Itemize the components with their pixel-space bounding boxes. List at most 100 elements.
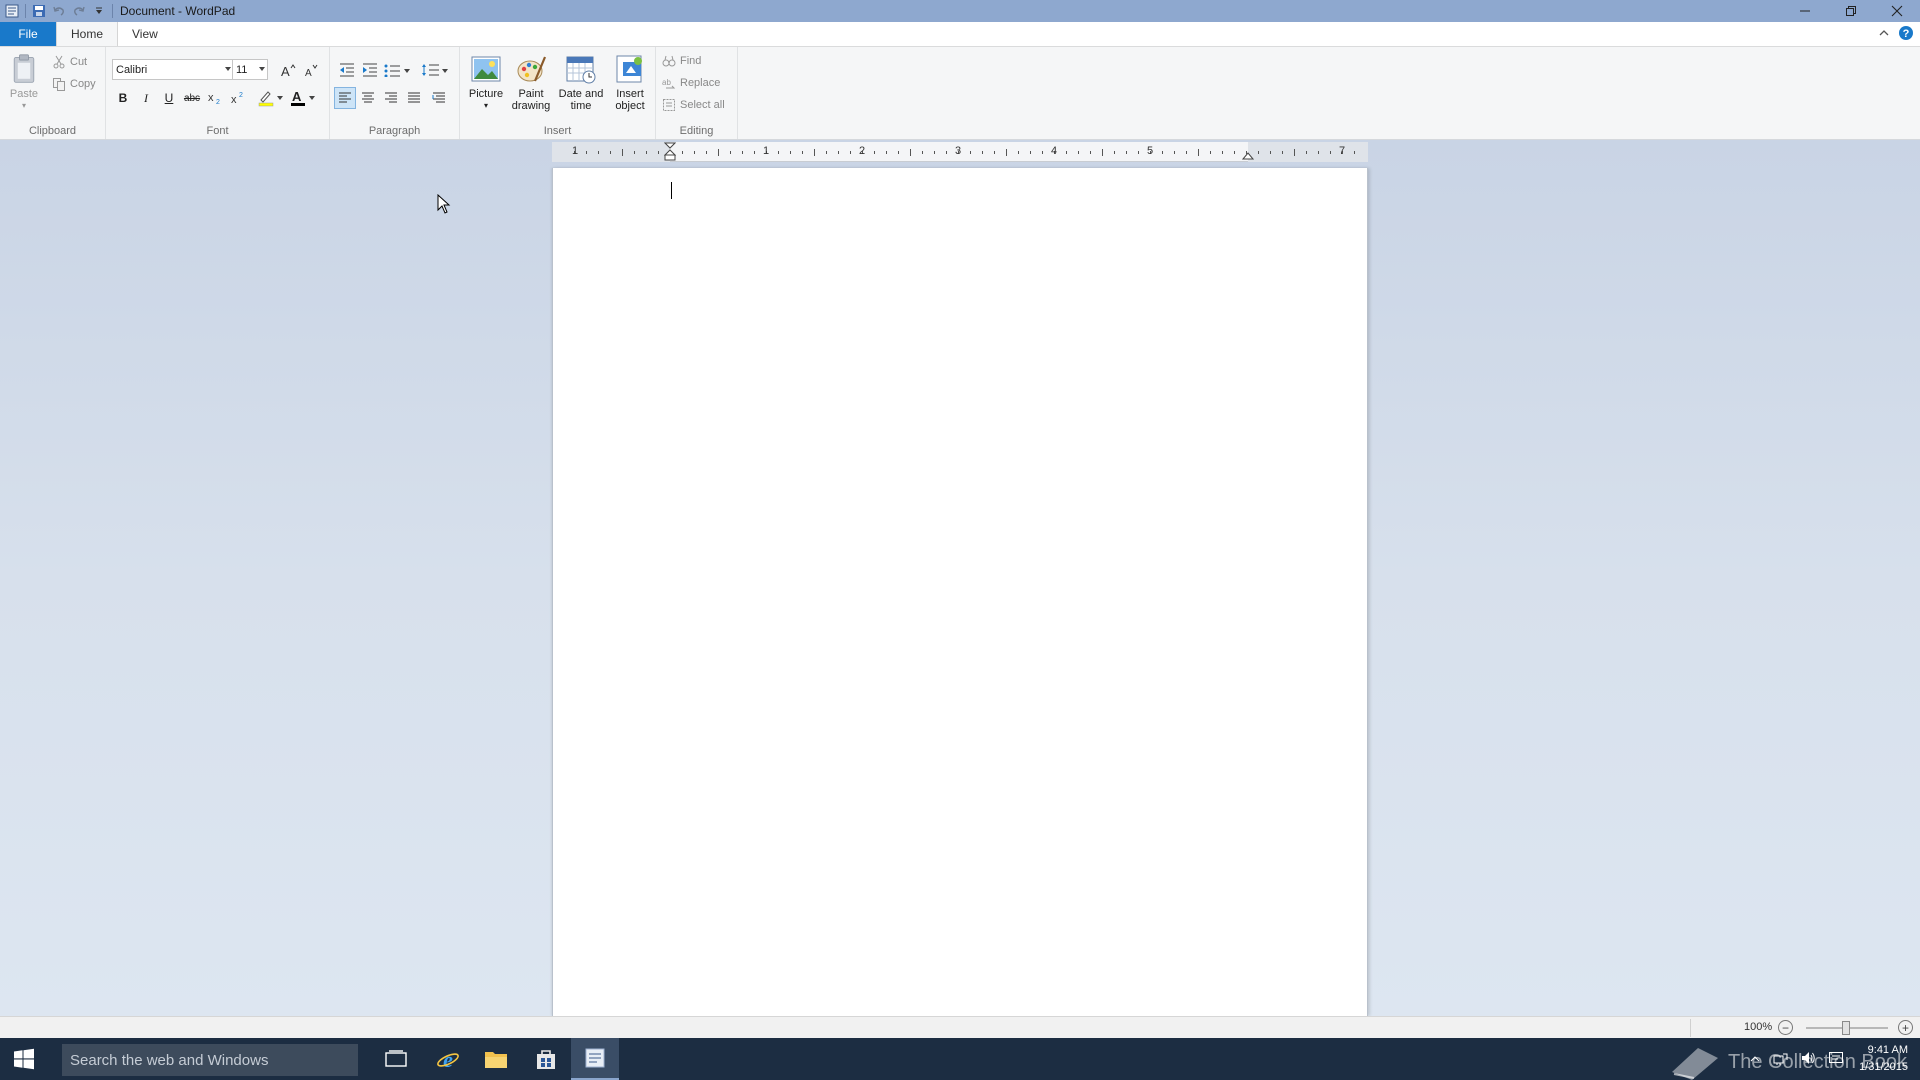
italic-button[interactable]: I [135, 87, 157, 109]
ruler[interactable]: 1 1 2 3 4 5 7 [552, 142, 1368, 162]
ruler-tick [694, 150, 695, 154]
wordpad-taskbar-button[interactable] [571, 1038, 619, 1080]
zoom-out-icon[interactable]: − [1778, 1020, 1793, 1035]
subscript-button[interactable]: x2 [204, 87, 226, 109]
copy-button[interactable]: Copy [52, 77, 96, 91]
save-icon[interactable] [29, 1, 49, 21]
underline-button[interactable]: U [158, 87, 180, 109]
ruler-tick [898, 150, 899, 154]
tab-home[interactable]: Home [56, 22, 119, 46]
store-button[interactable] [522, 1038, 570, 1080]
picture-dropdown-icon[interactable]: ▾ [484, 100, 488, 112]
svg-text:x: x [208, 92, 214, 104]
tab-view[interactable]: View [118, 22, 172, 46]
align-right-button[interactable] [380, 87, 402, 109]
customize-qat-icon[interactable] [89, 1, 109, 21]
chevron-down-icon[interactable] [259, 67, 265, 71]
bold-button[interactable]: B [112, 87, 134, 109]
align-center-button[interactable] [357, 87, 379, 109]
ruler-tick [622, 148, 623, 156]
network-icon[interactable] [1772, 1050, 1788, 1069]
ruler-tick [1018, 150, 1019, 154]
paragraph-settings-button[interactable] [428, 87, 450, 109]
insert-object-label-1: Insert [616, 88, 644, 100]
shrink-font-button[interactable]: A [300, 59, 322, 81]
ruler-tick [1222, 150, 1223, 154]
ruler-tick [802, 150, 803, 154]
insert-object-button[interactable]: Insert object [608, 53, 652, 112]
strikethrough-button[interactable]: abc [181, 87, 203, 109]
line-spacing-button[interactable] [420, 59, 450, 81]
font-family-select[interactable]: Calibri [112, 59, 234, 80]
ruler-number: 4 [1050, 145, 1058, 157]
indent-marker-icon[interactable] [664, 142, 676, 162]
align-left-button[interactable] [334, 87, 356, 109]
help-icon[interactable]: ? [1898, 25, 1914, 44]
internet-explorer-button[interactable]: e [424, 1038, 472, 1080]
taskbar-search-box[interactable]: Search the web and Windows [62, 1044, 358, 1076]
font-size-select[interactable]: 11 [232, 59, 268, 80]
restore-button[interactable] [1828, 0, 1874, 22]
increase-indent-button[interactable] [359, 59, 381, 81]
zoom-slider-thumb[interactable] [1842, 1021, 1850, 1035]
justify-button[interactable] [403, 87, 425, 109]
tab-file[interactable]: File [0, 22, 56, 46]
action-center-icon[interactable] [1828, 1050, 1844, 1069]
wordpad-app-icon[interactable] [2, 1, 22, 21]
editing-group-label: Editing [679, 125, 714, 137]
minimize-ribbon-icon[interactable] [1878, 27, 1890, 42]
align-center-icon [362, 92, 374, 103]
status-bar: 100% − + [0, 1016, 1920, 1038]
ruler-tick [946, 150, 947, 154]
date-time-label-2: time [570, 100, 592, 112]
paste-button[interactable]: Paste ▾ [8, 53, 40, 112]
close-button[interactable] [1874, 0, 1920, 22]
bullets-button[interactable] [383, 59, 413, 81]
redo-icon[interactable] [69, 1, 89, 21]
cut-button[interactable]: Cut [52, 55, 87, 69]
grow-font-button[interactable]: A [277, 59, 299, 81]
replace-button[interactable]: ab Replace [662, 76, 720, 90]
zoom-level[interactable]: 100% [1744, 1021, 1772, 1033]
document-page[interactable] [552, 168, 1368, 1016]
paint-drawing-label-1: Paint [518, 88, 544, 100]
decrease-indent-button[interactable] [336, 59, 358, 81]
highlight-color-button[interactable] [256, 87, 286, 109]
chevron-down-icon[interactable] [225, 67, 231, 71]
picture-button[interactable]: Picture ▾ [466, 53, 506, 112]
ruler-tick [1294, 148, 1295, 156]
svg-text:A: A [281, 64, 290, 77]
ruler-tick [982, 150, 983, 154]
minimize-button[interactable] [1782, 0, 1828, 22]
ruler-number: 1 [762, 145, 770, 157]
increase-indent-icon [363, 63, 377, 77]
wordpad-icon [585, 1048, 605, 1068]
right-indent-marker-icon[interactable] [1242, 148, 1254, 160]
undo-icon[interactable] [49, 1, 69, 21]
find-button[interactable]: Find [662, 54, 701, 68]
statusbar-divider [1690, 1019, 1691, 1037]
mouse-pointer-icon [437, 193, 451, 217]
ruler-tick [1066, 150, 1067, 154]
file-explorer-button[interactable] [472, 1038, 520, 1080]
taskbar-clock[interactable]: 9:41 AM 1/31/2015 [1859, 1042, 1908, 1076]
font-color-button[interactable]: A [288, 87, 318, 109]
tray-overflow-icon[interactable] [1750, 1053, 1760, 1067]
paragraph-group-label: Paragraph [368, 125, 421, 137]
task-view-button[interactable] [372, 1038, 420, 1080]
paste-dropdown-icon[interactable]: ▾ [22, 100, 26, 112]
justify-icon [408, 92, 420, 103]
volume-icon[interactable] [1800, 1050, 1816, 1069]
ruler-tick [826, 150, 827, 154]
paint-drawing-button[interactable]: Paint drawing [508, 53, 554, 112]
svg-text:?: ? [1903, 28, 1910, 40]
select-all-button[interactable]: Select all [662, 98, 725, 112]
superscript-button[interactable]: x2 [227, 87, 249, 109]
picture-icon [471, 56, 501, 82]
date-time-button[interactable]: Date and time [556, 53, 606, 112]
zoom-in-icon[interactable]: + [1898, 1020, 1913, 1035]
ruler-tick [742, 150, 743, 154]
start-button[interactable] [0, 1038, 48, 1080]
ruler-number: 5 [1146, 145, 1154, 157]
insert-group: Picture ▾ Paint drawing Date and time In… [460, 47, 656, 139]
